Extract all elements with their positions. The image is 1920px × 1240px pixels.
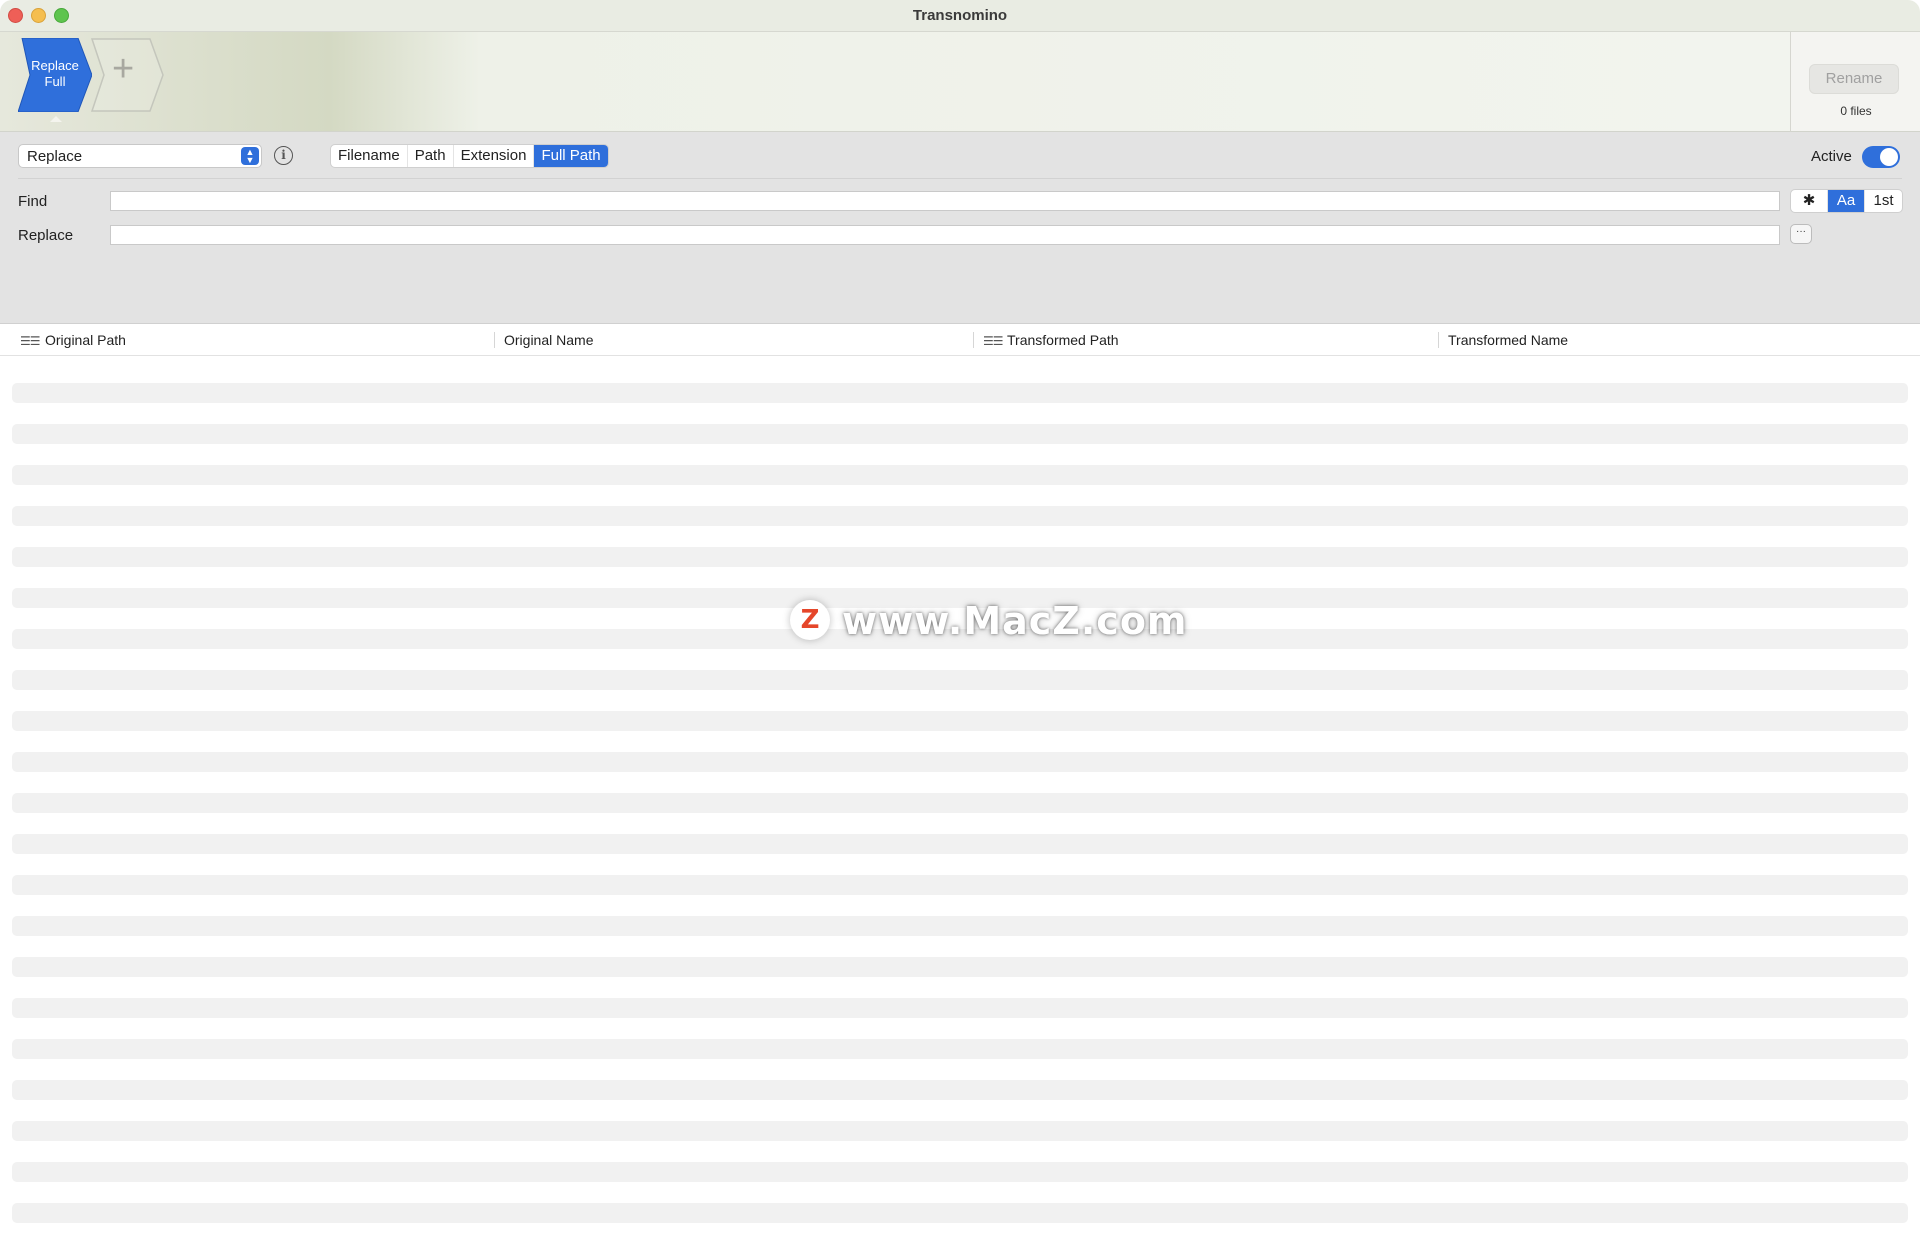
replace-input[interactable] xyxy=(110,225,1780,245)
chevron-up-down-icon: ▲ ▼ xyxy=(241,147,259,165)
rule-chip-label-line2: Full xyxy=(44,74,66,89)
replace-label: Replace xyxy=(18,227,74,244)
empty-row-stripe xyxy=(12,670,1908,690)
column-divider[interactable] xyxy=(973,332,974,348)
column-list-icon[interactable]: ☰☰ xyxy=(20,334,40,348)
plus-icon: + xyxy=(112,48,135,90)
rule-options-panel: Replace ▲ ▼ i Filename Path Extension Ful… xyxy=(0,132,1920,324)
column-list-icon[interactable]: ☰☰ xyxy=(983,334,1003,348)
more-options-button[interactable]: ··· xyxy=(1790,224,1812,244)
first-match-toggle[interactable]: 1st xyxy=(1865,190,1902,212)
find-label: Find xyxy=(18,193,48,210)
empty-row-stripe xyxy=(12,793,1908,813)
title-bar: Transnomino xyxy=(0,0,1920,32)
column-original-name[interactable]: Original Name xyxy=(504,324,593,356)
scope-tab-full-path[interactable]: Full Path xyxy=(534,145,608,167)
file-count-label: 0 files xyxy=(1840,104,1872,118)
empty-row-stripe xyxy=(12,424,1908,444)
active-toggle[interactable] xyxy=(1862,146,1900,168)
empty-row-stripe xyxy=(12,752,1908,772)
toggle-knob xyxy=(1880,148,1898,166)
empty-row-stripe xyxy=(12,875,1908,895)
file-table-header: ☰☰ Original Path Original Name ☰☰ Transf… xyxy=(0,324,1920,356)
options-divider xyxy=(18,178,1902,179)
empty-row-stripe xyxy=(12,916,1908,936)
rule-chip-label: Replace Full xyxy=(18,58,92,90)
column-transformed-path[interactable]: Transformed Path xyxy=(1007,324,1119,356)
column-divider[interactable] xyxy=(494,332,495,348)
empty-row-stripe xyxy=(12,1121,1908,1141)
window-title: Transnomino xyxy=(912,7,1008,24)
column-divider[interactable] xyxy=(1438,332,1439,348)
empty-row-stripe xyxy=(12,1203,1908,1223)
empty-row-stripe xyxy=(12,465,1908,485)
empty-row-stripe xyxy=(12,1162,1908,1182)
case-sensitive-toggle[interactable]: Aa xyxy=(1828,190,1865,212)
app-window: Transnomino Replace Full + Rename 0 file… xyxy=(0,0,1920,1240)
empty-row-stripe xyxy=(12,711,1908,731)
file-table-body[interactable] xyxy=(0,356,1920,1240)
empty-row-stripe xyxy=(12,1039,1908,1059)
rename-panel: Rename 0 files xyxy=(1790,32,1920,132)
rule-chip-replace-full[interactable]: Replace Full xyxy=(18,38,92,112)
scope-tab-extension[interactable]: Extension xyxy=(454,145,535,167)
add-rule-button[interactable]: + xyxy=(90,38,164,112)
empty-row-stripe xyxy=(12,1080,1908,1100)
active-label: Active xyxy=(1811,148,1852,165)
find-options-control: ✱ Aa 1st xyxy=(1790,189,1903,213)
empty-row-stripe xyxy=(12,383,1908,403)
selected-rule-caret xyxy=(50,116,62,122)
empty-row-stripe xyxy=(12,998,1908,1018)
column-original-path[interactable]: Original Path xyxy=(45,324,126,356)
rules-strip: Replace Full + xyxy=(0,32,1790,132)
rule-type-select[interactable]: Replace ▲ ▼ xyxy=(18,144,262,168)
scope-tab-filename[interactable]: Filename xyxy=(331,145,408,167)
rule-chip-label-line1: Replace xyxy=(31,58,79,73)
empty-row-stripe xyxy=(12,547,1908,567)
empty-row-stripe xyxy=(12,834,1908,854)
watermark-logo: Z xyxy=(790,600,830,640)
regex-toggle[interactable]: ✱ xyxy=(1791,190,1828,212)
scope-tab-path[interactable]: Path xyxy=(408,145,454,167)
info-icon[interactable]: i xyxy=(274,146,293,165)
rule-type-value: Replace xyxy=(27,148,83,165)
watermark-text: www.MacZ.com xyxy=(842,599,1188,643)
empty-row-stripe xyxy=(12,957,1908,977)
column-transformed-name[interactable]: Transformed Name xyxy=(1448,324,1568,356)
scope-segmented-control: Filename Path Extension Full Path xyxy=(330,144,609,168)
find-input[interactable] xyxy=(110,191,1780,211)
rename-button[interactable]: Rename xyxy=(1809,64,1899,94)
empty-row-stripe xyxy=(12,506,1908,526)
